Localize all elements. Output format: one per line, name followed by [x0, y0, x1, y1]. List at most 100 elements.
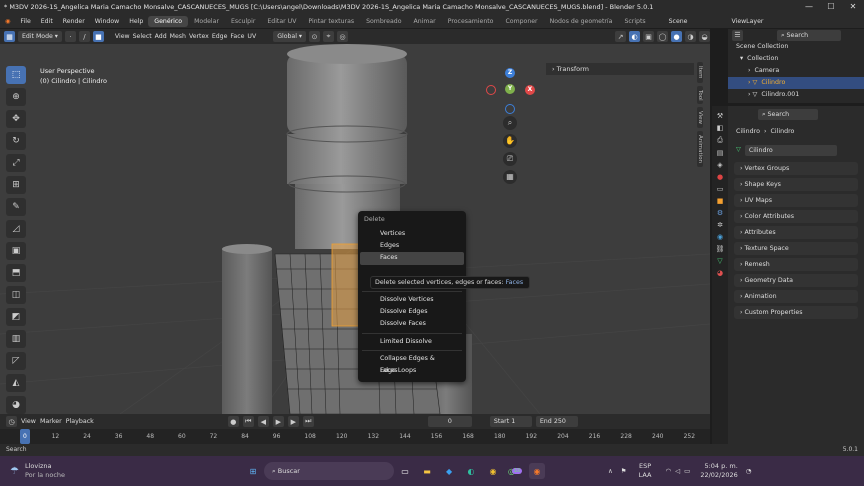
gizmo-z-axis[interactable]: Z [505, 68, 515, 78]
task-view-icon[interactable]: ▭ [397, 463, 413, 479]
timeline-menu-view[interactable]: View [21, 418, 36, 425]
maximize-button[interactable]: ☐ [820, 0, 842, 14]
physics-properties-icon[interactable]: ◉ [717, 233, 723, 241]
spin-tool-icon[interactable]: ◕ [6, 396, 26, 414]
menu-edge[interactable]: Edge [212, 33, 228, 40]
workspace-tab-sombreado[interactable]: Sombreado [360, 16, 407, 27]
shading-solid-icon[interactable]: ● [671, 31, 682, 42]
constraint-properties-icon[interactable]: ⛓ [716, 245, 725, 253]
rotate-tool-icon[interactable]: ↻ [6, 132, 26, 150]
bevel-tool-icon[interactable]: ◩ [6, 308, 26, 326]
tool-properties-icon[interactable]: ⚒ [717, 112, 723, 120]
clock[interactable]: 5:04 p. m. 22/02/2026 [700, 462, 737, 480]
timeline-menu-marker[interactable]: Marker [40, 418, 62, 425]
prev-keyframe-icon[interactable]: ◀ [257, 416, 269, 427]
overlay-toggle-icon[interactable]: ◐ [629, 31, 640, 42]
record-icon[interactable]: ● [227, 416, 239, 427]
panel-attributes[interactable]: › Attributes [734, 226, 858, 239]
file-explorer-icon[interactable]: ▬ [419, 463, 435, 479]
panel-geometry-data[interactable]: › Geometry Data [734, 274, 858, 287]
menu-item-dissolve-faces[interactable]: Dissolve Faces [360, 318, 464, 330]
menu-uv[interactable]: UV [247, 33, 256, 40]
workspace-tab-procesamiento[interactable]: Procesamiento [442, 16, 500, 27]
panel-animation[interactable]: › Animation [734, 290, 858, 303]
menu-edit[interactable]: Edit [36, 18, 58, 25]
edge-select-icon[interactable]: / [78, 31, 90, 42]
jump-start-icon[interactable]: ⏮ [242, 416, 254, 427]
panel-remesh[interactable]: › Remesh [734, 258, 858, 271]
workspace-tab-generico[interactable]: Genérico [148, 15, 189, 27]
object-properties-icon[interactable]: ■ [717, 197, 724, 205]
knife-tool-icon[interactable]: ◸ [6, 352, 26, 370]
menu-item-edge-loops[interactable]: Edge Loops [360, 365, 464, 377]
close-button[interactable]: ✕ [842, 0, 864, 14]
panel-shape-keys[interactable]: › Shape Keys [734, 178, 858, 191]
render-properties-icon[interactable]: ◧ [717, 124, 724, 132]
menu-mesh[interactable]: Mesh [170, 33, 186, 40]
menu-item-vertices[interactable]: Vertices [360, 228, 464, 240]
mode-dropdown[interactable]: Edit Mode ▾ [18, 31, 62, 42]
view-layer-selector[interactable]: ViewLayer [727, 18, 769, 25]
outliner-row-scene-collection[interactable]: Scene Collection [728, 41, 864, 53]
3d-viewport[interactable] [0, 44, 710, 414]
data-properties-icon[interactable]: ▽ [717, 257, 722, 265]
annotate-tool-icon[interactable]: ✎ [6, 198, 26, 216]
weather-widget[interactable]: Llovizna Por la noche [25, 462, 65, 480]
cursor-tool-icon[interactable]: ⊕ [6, 88, 26, 106]
workspace-tab-modelar[interactable]: Modelar [188, 16, 225, 27]
zoom-icon[interactable]: ⌕ [503, 116, 517, 130]
menu-vertex[interactable]: Vertex [189, 33, 209, 40]
modifier-properties-icon[interactable]: ⚙ [717, 209, 723, 217]
wifi-icon[interactable]: ◠ [665, 467, 671, 475]
notifications-icon[interactable]: ◔ [746, 467, 752, 475]
panel-custom-properties[interactable]: › Custom Properties [734, 306, 858, 319]
next-keyframe-icon[interactable]: ▶ [287, 416, 299, 427]
editor-type-icon[interactable]: ▦ [4, 31, 15, 42]
volume-icon[interactable]: ◁ [675, 467, 680, 475]
gizmo-neg-z-axis[interactable] [505, 104, 515, 114]
workspace-tab-editar-uv[interactable]: Editar UV [261, 16, 302, 27]
menu-render[interactable]: Render [58, 18, 90, 25]
scene-properties-icon[interactable]: ◈ [717, 161, 722, 169]
clock-icon[interactable]: ◷ [6, 416, 17, 427]
workspace-tab-esculpir[interactable]: Esculpir [225, 16, 261, 27]
workspace-tab-animar[interactable]: Animar [407, 16, 441, 27]
menu-file[interactable]: File [15, 18, 35, 25]
weather-icon[interactable]: ☂ [10, 466, 19, 477]
menu-view[interactable]: View [115, 33, 130, 40]
panel-vertex-groups[interactable]: › Vertex Groups [734, 162, 858, 175]
add-cube-tool-icon[interactable]: ▣ [6, 242, 26, 260]
view-layer-icon[interactable]: ▤ [717, 149, 724, 157]
proportional-edit-icon[interactable]: ◎ [337, 31, 349, 42]
whatsapp-icon[interactable]: ◎10 [507, 463, 523, 479]
menu-face[interactable]: Face [230, 33, 244, 40]
scale-tool-icon[interactable]: ⤢ [6, 154, 26, 172]
gizmo-x-axis[interactable]: X [525, 85, 535, 95]
language-indicator[interactable]: ESP LAA [639, 462, 652, 480]
material-properties-icon[interactable]: ◕ [717, 269, 723, 277]
end-frame-field[interactable]: End 250 [535, 416, 578, 427]
world-properties-icon[interactable]: ● [717, 173, 723, 181]
loop-cut-tool-icon[interactable]: ▥ [6, 330, 26, 348]
panel-uv-maps[interactable]: › UV Maps [734, 194, 858, 207]
windows-start-icon[interactable]: ⊞ [245, 463, 261, 479]
vertex-select-icon[interactable]: · [64, 31, 76, 42]
gizmo-neg-x-axis[interactable] [486, 85, 496, 95]
pivot-icon[interactable]: ⊙ [309, 31, 321, 42]
start-frame-field[interactable]: Start 1 [489, 416, 532, 427]
shading-material-icon[interactable]: ◑ [685, 31, 696, 42]
xray-toggle-icon[interactable]: ▣ [643, 31, 654, 42]
minimize-button[interactable]: — [798, 0, 820, 14]
camera-view-icon[interactable]: ⎚ [503, 152, 517, 166]
move-tool-icon[interactable]: ✥ [6, 110, 26, 128]
current-frame-field[interactable]: 0 [427, 416, 472, 427]
menu-item-edges[interactable]: Edges [360, 240, 464, 252]
inset-tool-icon[interactable]: ◫ [6, 286, 26, 304]
timeline-menu-playback[interactable]: Playback [66, 418, 94, 425]
poly-build-tool-icon[interactable]: ◭ [6, 374, 26, 392]
mesh-name-field[interactable]: Cilindro [744, 144, 837, 156]
navigation-gizmo[interactable]: Z Y X ⌕ ✋ ⎚ ▦ [480, 64, 540, 194]
collection-properties-icon[interactable]: ▭ [717, 185, 724, 193]
gizmo-toggle-icon[interactable]: ↗ [615, 31, 626, 42]
play-icon[interactable]: ▶ [272, 416, 284, 427]
